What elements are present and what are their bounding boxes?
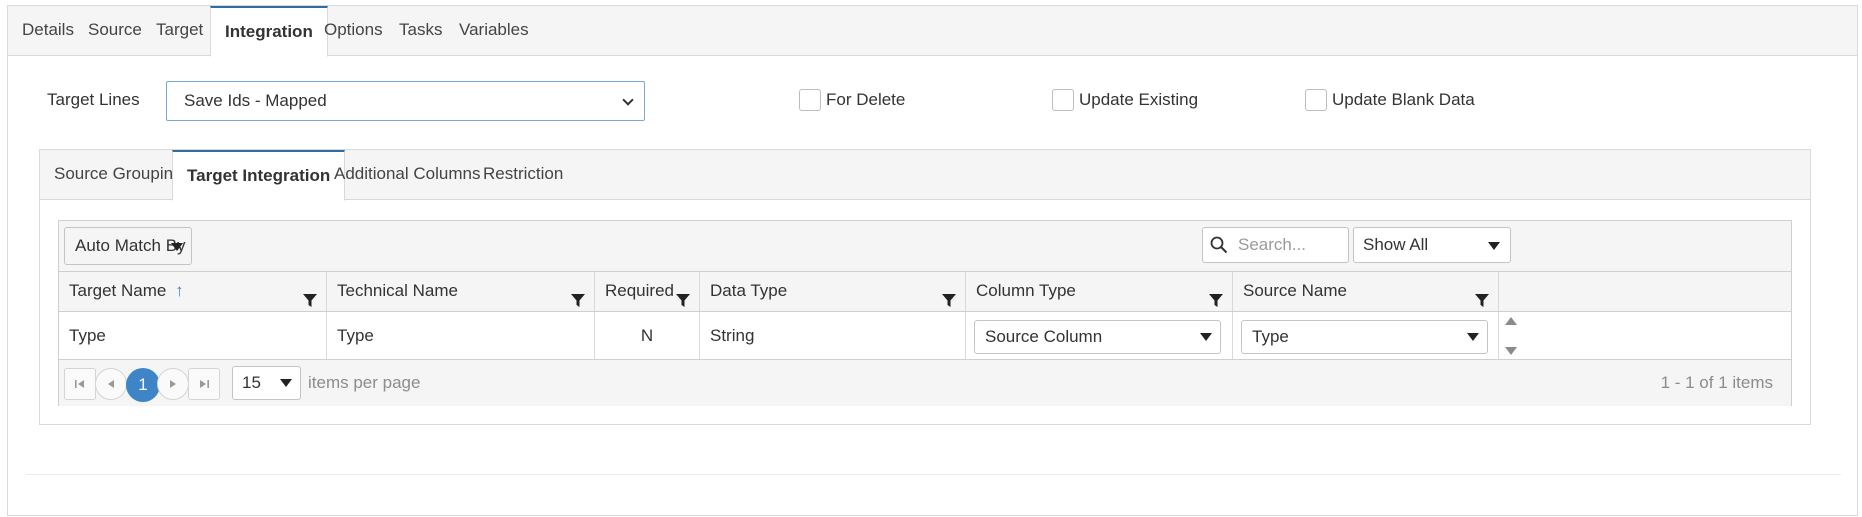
caret-down-icon: [1488, 242, 1500, 250]
show-filter-value: Show All: [1363, 235, 1429, 254]
column-header-target-name[interactable]: Target Name ↑: [59, 272, 327, 311]
vertical-scrollbar[interactable]: [1502, 312, 1520, 359]
update-existing-label: Update Existing: [1079, 90, 1199, 109]
inner-tabstrip: Source Grouping Target Integration Addit…: [40, 150, 1810, 201]
chevron-down-icon: [622, 94, 634, 106]
update-blank-data-checkbox[interactable]: [1305, 89, 1327, 111]
cell-technical-name: Type: [327, 312, 595, 359]
page-size-value: 15: [242, 373, 261, 392]
current-page-button[interactable]: 1: [126, 368, 160, 402]
cell-data-type: String: [700, 312, 966, 359]
first-page-button[interactable]: [64, 368, 96, 400]
target-lines-select[interactable]: Save Ids - Mapped: [166, 81, 645, 121]
tab-restriction[interactable]: Restriction: [469, 150, 577, 200]
column-header-label: Source Name: [1243, 281, 1347, 300]
for-delete-label: For Delete: [826, 90, 906, 109]
column-header-label: Data Type: [710, 281, 788, 300]
cell-required: N: [595, 312, 700, 359]
caret-down-icon: [1200, 333, 1212, 341]
for-delete-checkbox[interactable]: [799, 89, 821, 111]
column-header-label: Technical Name: [337, 281, 458, 300]
last-page-button[interactable]: [188, 368, 220, 400]
grid-toolbar: Auto Match By Search... Show All: [59, 221, 1791, 272]
column-header-label: Required: [605, 281, 674, 300]
caret-down-icon: [171, 243, 183, 251]
cell-source-name: Type: [1233, 312, 1499, 359]
auto-match-by-button[interactable]: Auto Match By: [64, 227, 192, 265]
search-box[interactable]: Search...: [1202, 227, 1349, 263]
inner-tab-panel: Source Grouping Target Integration Addit…: [39, 149, 1811, 425]
main-tabstrip: Details Source Target Integration Option…: [8, 6, 1857, 57]
search-icon: [1210, 236, 1228, 259]
next-page-button[interactable]: [157, 368, 189, 400]
previous-page-icon: [108, 380, 114, 388]
column-header-label: Column Type: [976, 281, 1076, 300]
source-name-dropdown[interactable]: Type: [1241, 320, 1488, 354]
caret-down-icon: [1467, 333, 1479, 341]
show-filter-dropdown[interactable]: Show All: [1353, 227, 1511, 263]
auto-match-by-label: Auto Match By: [75, 236, 186, 255]
tab-options[interactable]: Options: [310, 6, 397, 56]
table-row[interactable]: Type Type N String Source Column Type: [59, 312, 1791, 360]
sort-ascending-icon: ↑: [175, 281, 184, 300]
grid-pager: 1 15 items per page 1 - 1 of 1 items: [59, 360, 1791, 406]
column-header-required[interactable]: Required: [595, 272, 700, 311]
grid-header-row: Target Name ↑ Technical Name Required Da…: [59, 272, 1791, 312]
divider: [26, 474, 1841, 475]
update-blank-data-label: Update Blank Data: [1332, 90, 1475, 109]
column-type-dropdown[interactable]: Source Column: [974, 320, 1221, 354]
column-header-column-type[interactable]: Column Type: [966, 272, 1233, 311]
search-input[interactable]: Search...: [1238, 228, 1306, 262]
target-integration-grid: Auto Match By Search... Show All Target …: [58, 220, 1792, 406]
previous-page-button[interactable]: [95, 368, 127, 400]
column-header-data-type[interactable]: Data Type: [700, 272, 966, 311]
column-type-value: Source Column: [985, 327, 1103, 346]
target-lines-value: Save Ids - Mapped: [184, 91, 327, 110]
scroll-down-icon[interactable]: [1505, 347, 1517, 355]
cell-target-name: Type: [59, 312, 327, 359]
source-name-value: Type: [1252, 327, 1289, 346]
column-header-label: Target Name: [69, 281, 167, 300]
next-page-icon: [170, 380, 176, 388]
caret-down-icon: [280, 379, 292, 387]
tab-variables[interactable]: Variables: [445, 6, 543, 56]
target-lines-label: Target Lines: [47, 90, 140, 109]
cell-column-type: Source Column: [966, 312, 1233, 359]
column-header-source-name[interactable]: Source Name: [1233, 272, 1499, 311]
last-page-icon: [200, 380, 209, 388]
column-header-technical-name[interactable]: Technical Name: [327, 272, 595, 311]
tab-target[interactable]: Target: [142, 6, 217, 56]
first-page-icon: [75, 380, 84, 388]
scroll-up-icon[interactable]: [1505, 317, 1517, 325]
update-existing-checkbox[interactable]: [1052, 89, 1074, 111]
items-per-page-label: items per page: [308, 373, 421, 392]
page-size-dropdown[interactable]: 15: [232, 366, 301, 400]
pager-summary: 1 - 1 of 1 items: [1660, 373, 1773, 392]
